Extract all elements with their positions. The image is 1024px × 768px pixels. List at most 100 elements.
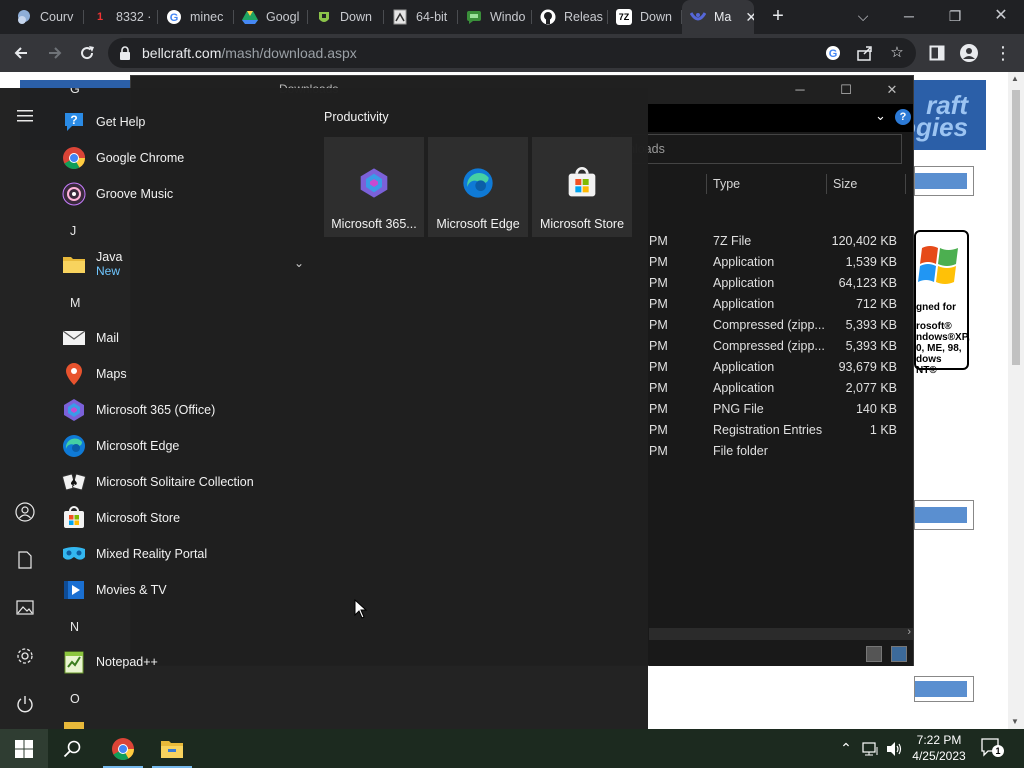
letter-header-n[interactable]: N	[70, 620, 79, 634]
browser-tab-active[interactable]: Ma ✕	[682, 0, 754, 34]
page-scrollbar[interactable]: ▲ ▼	[1008, 72, 1024, 730]
browser-tab[interactable]: 1 8332 ·	[84, 0, 158, 34]
details-view-icon[interactable]	[866, 646, 882, 662]
search-icon	[63, 740, 81, 757]
app-mixed-reality-portal[interactable]: Mixed Reality Portal	[62, 536, 312, 572]
tile-group-title[interactable]: Productivity	[324, 110, 389, 124]
tile-microsoft-edge[interactable]: Microsoft Edge	[428, 137, 528, 237]
scroll-down-icon[interactable]: ▼	[1011, 717, 1019, 726]
file-row[interactable]: PM Application 64,123 KB	[649, 273, 909, 294]
reload-button[interactable]	[74, 40, 100, 66]
search-button[interactable]	[48, 729, 96, 768]
user-account-icon[interactable]	[13, 500, 37, 524]
file-row[interactable]: PM Registration Entries 1 KB	[649, 420, 909, 441]
file-row[interactable]: PM Application 2,077 KB	[649, 378, 909, 399]
mail-icon	[62, 326, 86, 350]
browser-tab[interactable]: 64-bit	[384, 0, 458, 34]
app-microsoft-edge[interactable]: Microsoft Edge	[62, 428, 312, 464]
file-row[interactable]: PM Application 712 KB	[649, 294, 909, 315]
letter-header-j[interactable]: J	[70, 224, 76, 238]
tab-search-icon[interactable]: ⌵	[840, 0, 886, 34]
share-icon[interactable]	[854, 42, 876, 64]
forward-button[interactable]	[42, 40, 68, 66]
letter-header-o[interactable]: O	[70, 692, 80, 706]
pictures-icon[interactable]	[13, 596, 37, 620]
file-row[interactable]: PM Compressed (zipp... 5,393 KB	[649, 315, 909, 336]
explorer-close-icon[interactable]: ✕	[869, 76, 915, 104]
browser-tab[interactable]: Down	[308, 0, 384, 34]
close-tab-icon[interactable]: ✕	[745, 9, 754, 26]
app-get-help[interactable]: ? Get Help	[62, 104, 312, 140]
taskbar-chrome[interactable]	[99, 729, 147, 768]
bookmark-star-icon[interactable]: ☆	[886, 42, 908, 64]
chevron-down-icon[interactable]: ⌄	[294, 256, 304, 270]
download-bar[interactable]	[914, 500, 974, 530]
menu-kebab-icon[interactable]: ⋮	[990, 40, 1016, 66]
hamburger-menu-icon[interactable]	[13, 104, 37, 128]
tile-microsoft-365[interactable]: Microsoft 365...	[324, 137, 424, 237]
power-icon[interactable]	[13, 692, 37, 716]
7zip-icon: 7Z	[616, 9, 632, 25]
browser-tab[interactable]: Courv	[8, 0, 84, 34]
close-window-icon[interactable]: ✕	[978, 0, 1024, 34]
side-panel-icon[interactable]	[924, 40, 950, 66]
browser-tab[interactable]: Googl	[234, 0, 308, 34]
new-tab-button[interactable]: +	[766, 4, 790, 30]
explorer-horizontal-scrollbar[interactable]: ›	[649, 626, 913, 640]
show-hidden-icons-chevron[interactable]: ⌃	[836, 729, 856, 768]
browser-tab-strip: Courv 1 8332 · G minec Googl Down 64-bit…	[0, 0, 1024, 34]
taskbar-file-explorer[interactable]	[148, 729, 196, 768]
network-icon[interactable]	[860, 729, 882, 768]
minimize-icon[interactable]: ─	[886, 0, 932, 34]
app-microsoft-store[interactable]: Microsoft Store	[62, 500, 312, 536]
tile-microsoft-store[interactable]: Microsoft Store	[532, 137, 632, 237]
documents-icon[interactable]	[13, 548, 37, 572]
mash-icon	[690, 9, 706, 25]
scroll-right-icon[interactable]: ›	[907, 626, 911, 638]
large-icons-view-icon[interactable]	[891, 646, 907, 662]
app-mail[interactable]: Mail	[62, 320, 312, 356]
taskbar-clock[interactable]: 7:22 PM 4/25/2023	[902, 732, 976, 764]
file-row[interactable]: PM 7Z File 120,402 KB	[649, 231, 909, 252]
app-google-chrome[interactable]: Google Chrome	[62, 140, 312, 176]
action-center-icon[interactable]: 1	[980, 737, 1004, 759]
explorer-minimize-icon[interactable]: ─	[777, 76, 823, 104]
profile-icon[interactable]	[956, 40, 982, 66]
explorer-search-input[interactable]: ownloads	[611, 134, 902, 164]
letter-header-g[interactable]: G	[70, 88, 80, 96]
settings-gear-icon[interactable]	[13, 644, 37, 668]
scroll-up-icon[interactable]: ▲	[1011, 74, 1019, 83]
file-row[interactable]: PM Application 1,539 KB	[649, 252, 909, 273]
explorer-maximize-icon[interactable]: ☐	[823, 76, 869, 104]
app-notepad-plus-plus[interactable]: Notepad++	[62, 644, 312, 680]
letter-header-m[interactable]: M	[70, 296, 80, 310]
file-row[interactable]: PM PNG File 140 KB	[649, 399, 909, 420]
column-header-type[interactable]: Type	[713, 172, 823, 196]
app-movies-tv[interactable]: Movies & TV	[62, 572, 312, 608]
file-row[interactable]: PM File folder	[649, 441, 909, 462]
file-row[interactable]: PM Application 93,679 KB	[649, 357, 909, 378]
browser-tab[interactable]: Windo	[458, 0, 532, 34]
app-folder-java[interactable]: Java New ⌄	[62, 246, 312, 282]
app-solitaire[interactable]: ♠ Microsoft Solitaire Collection	[62, 464, 312, 500]
ribbon-expand-icon[interactable]: ⌄	[875, 108, 886, 124]
scrollbar-thumb[interactable]	[1012, 90, 1020, 365]
download-bar[interactable]	[914, 676, 974, 702]
download-bar[interactable]	[914, 166, 974, 196]
app-maps[interactable]: Maps	[62, 356, 312, 392]
folder-icon	[64, 722, 84, 729]
app-microsoft-365[interactable]: Microsoft 365 (Office)	[62, 392, 312, 428]
start-button[interactable]	[0, 729, 48, 768]
help-icon[interactable]: ?	[895, 109, 911, 125]
browser-tab[interactable]: G minec	[158, 0, 234, 34]
app-groove-music[interactable]: Groove Music	[62, 176, 312, 212]
browser-tab[interactable]: 7Z Down	[608, 0, 682, 34]
maps-icon	[62, 362, 86, 386]
address-bar[interactable]: bellcraft.com/mash/download.aspx G ☆	[108, 38, 916, 68]
column-header-size[interactable]: Size	[833, 172, 905, 196]
google-lens-icon[interactable]: G	[822, 42, 844, 64]
restore-icon[interactable]: ❐	[932, 0, 978, 34]
browser-tab[interactable]: Releas	[532, 0, 608, 34]
file-row[interactable]: PM Compressed (zipp... 5,393 KB	[649, 336, 909, 357]
back-button[interactable]	[8, 40, 34, 66]
